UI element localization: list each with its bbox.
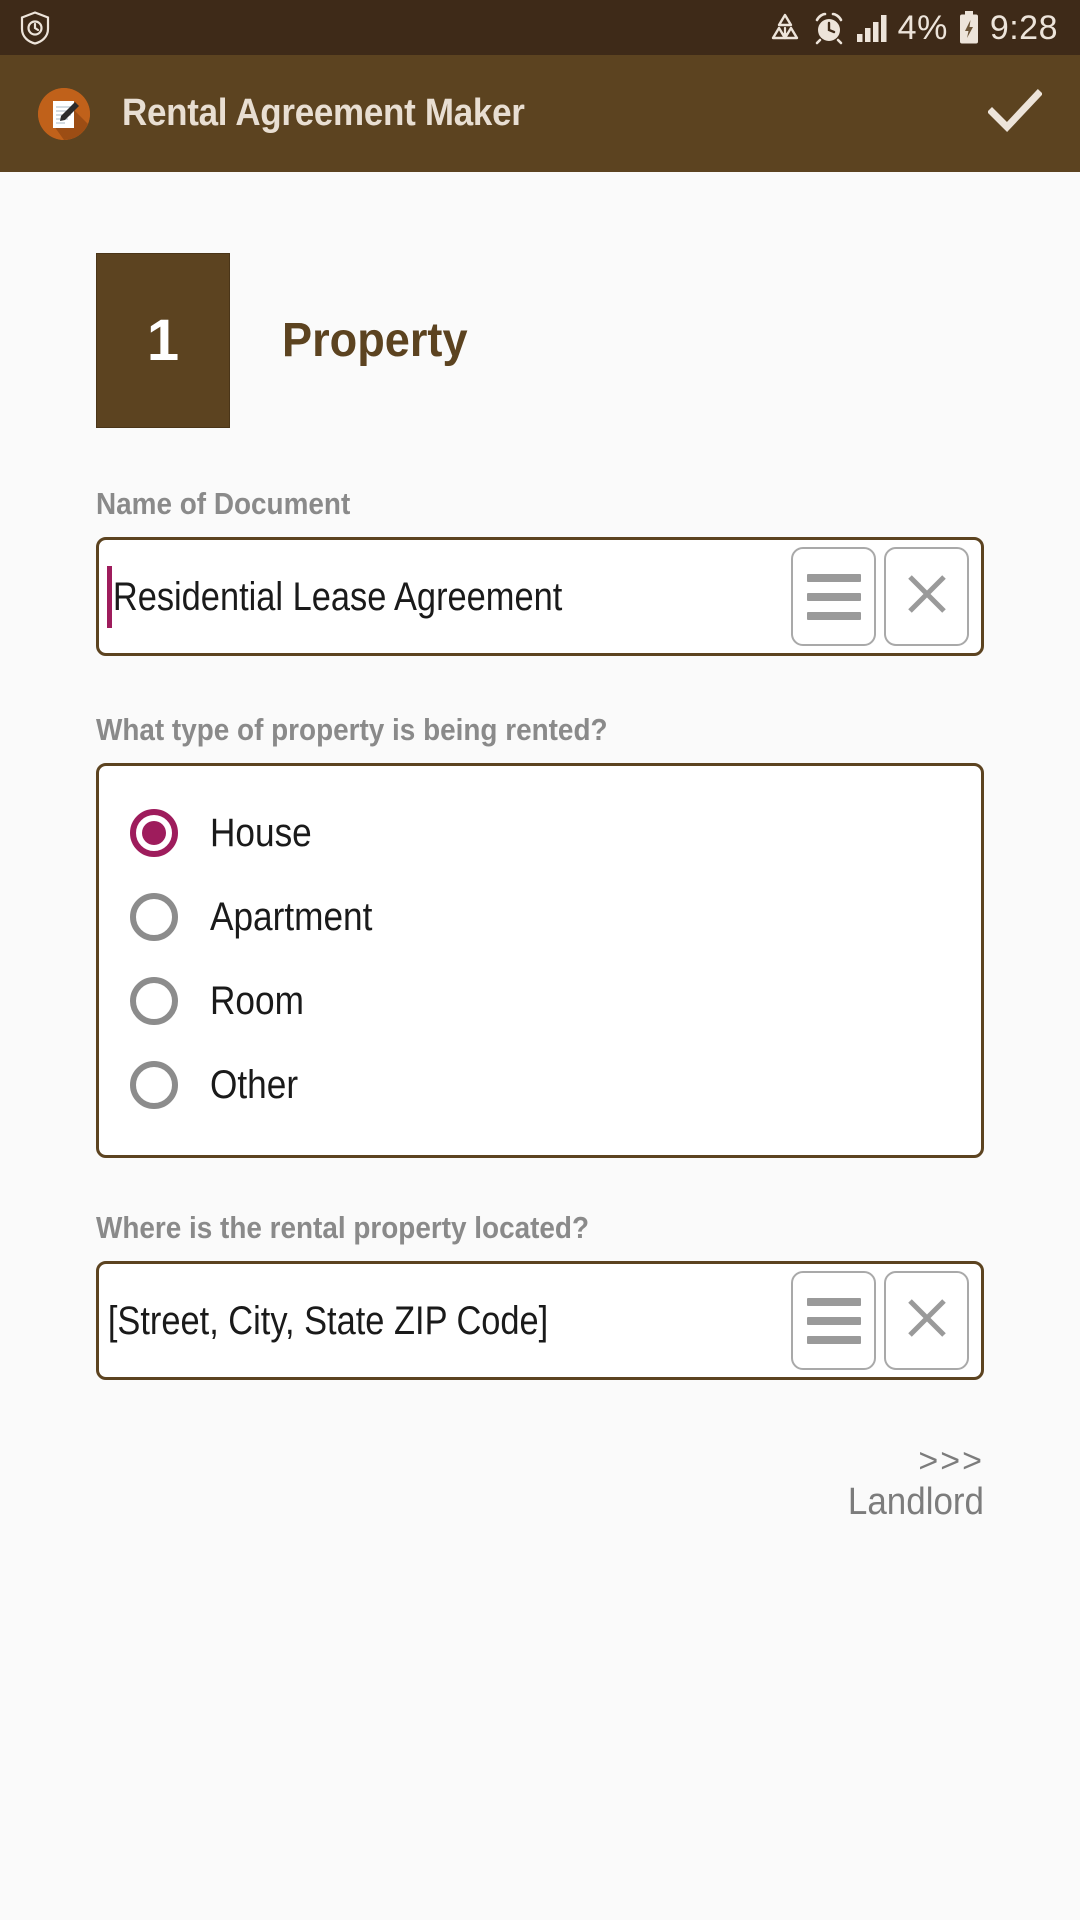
app-document-pen-icon: [38, 87, 90, 140]
hamburger-icon: [806, 573, 861, 620]
radio-option-label: Room: [210, 979, 304, 1023]
radio-option-house[interactable]: House: [99, 791, 981, 875]
location-menu-button[interactable]: [791, 1271, 876, 1370]
status-bar-clock: 9:28: [989, 8, 1058, 47]
shield-clock-icon: [20, 10, 50, 45]
form-content: 1 Property Name of Document Residential …: [0, 172, 1080, 1525]
app-bar: Rental Agreement Maker: [0, 55, 1080, 172]
document-name-clear-button[interactable]: [884, 547, 969, 646]
next-arrows-icon: >>>: [918, 1442, 984, 1480]
signal-bars-icon: [856, 13, 888, 43]
radio-icon: [130, 809, 178, 857]
radio-option-apartment[interactable]: Apartment: [99, 875, 981, 959]
alarm-clock-icon: [812, 11, 846, 45]
location-value: [Street, City, State ZIP Code]: [107, 1298, 549, 1343]
radio-icon: [130, 977, 178, 1025]
step-title: Property: [282, 314, 468, 367]
step-badge: 1: [96, 253, 230, 428]
status-bar-left: [20, 10, 50, 45]
document-name-value: Residential Lease Agreement: [112, 574, 563, 619]
hamburger-icon: [806, 1297, 861, 1344]
radio-icon: [130, 893, 178, 941]
property-type-radio-group: House Apartment Room Other: [96, 763, 984, 1158]
data-saver-icon: [768, 12, 802, 44]
radio-icon: [130, 1061, 178, 1109]
document-name-input-row[interactable]: Residential Lease Agreement: [96, 537, 984, 656]
location-input[interactable]: [Street, City, State ZIP Code]: [99, 1264, 783, 1377]
status-bar: 4% 9:28: [0, 0, 1080, 55]
confirm-button[interactable]: [978, 77, 1052, 151]
close-icon: [904, 1295, 950, 1346]
radio-option-label: Apartment: [210, 895, 373, 939]
battery-percent-label: 4%: [897, 8, 948, 47]
next-step-nav[interactable]: >>> Landlord: [0, 1442, 1080, 1525]
radio-option-label: Other: [210, 1063, 299, 1107]
document-name-menu-button[interactable]: [791, 547, 876, 646]
field-property-type: What type of property is being rented? H…: [0, 712, 1080, 1158]
close-icon: [904, 571, 950, 622]
battery-charging-icon: [958, 10, 980, 45]
status-bar-right: 4% 9:28: [768, 8, 1058, 47]
property-type-label: What type of property is being rented?: [96, 712, 608, 747]
field-document-name: Name of Document Residential Lease Agree…: [0, 486, 1080, 656]
document-name-input[interactable]: Residential Lease Agreement: [99, 540, 783, 653]
check-icon: [987, 89, 1043, 138]
field-location: Where is the rental property located? [S…: [0, 1210, 1080, 1380]
location-clear-button[interactable]: [884, 1271, 969, 1370]
step-number: 1: [146, 307, 180, 373]
next-step-label: Landlord: [847, 1481, 984, 1524]
document-name-label: Name of Document: [96, 486, 351, 521]
step-header: 1 Property: [0, 172, 1080, 428]
radio-option-other[interactable]: Other: [99, 1043, 981, 1127]
radio-option-room[interactable]: Room: [99, 959, 981, 1043]
radio-option-label: House: [210, 811, 312, 855]
location-input-row[interactable]: [Street, City, State ZIP Code]: [96, 1261, 984, 1380]
location-label: Where is the rental property located?: [96, 1210, 590, 1245]
page-title: Rental Agreement Maker: [122, 92, 525, 134]
